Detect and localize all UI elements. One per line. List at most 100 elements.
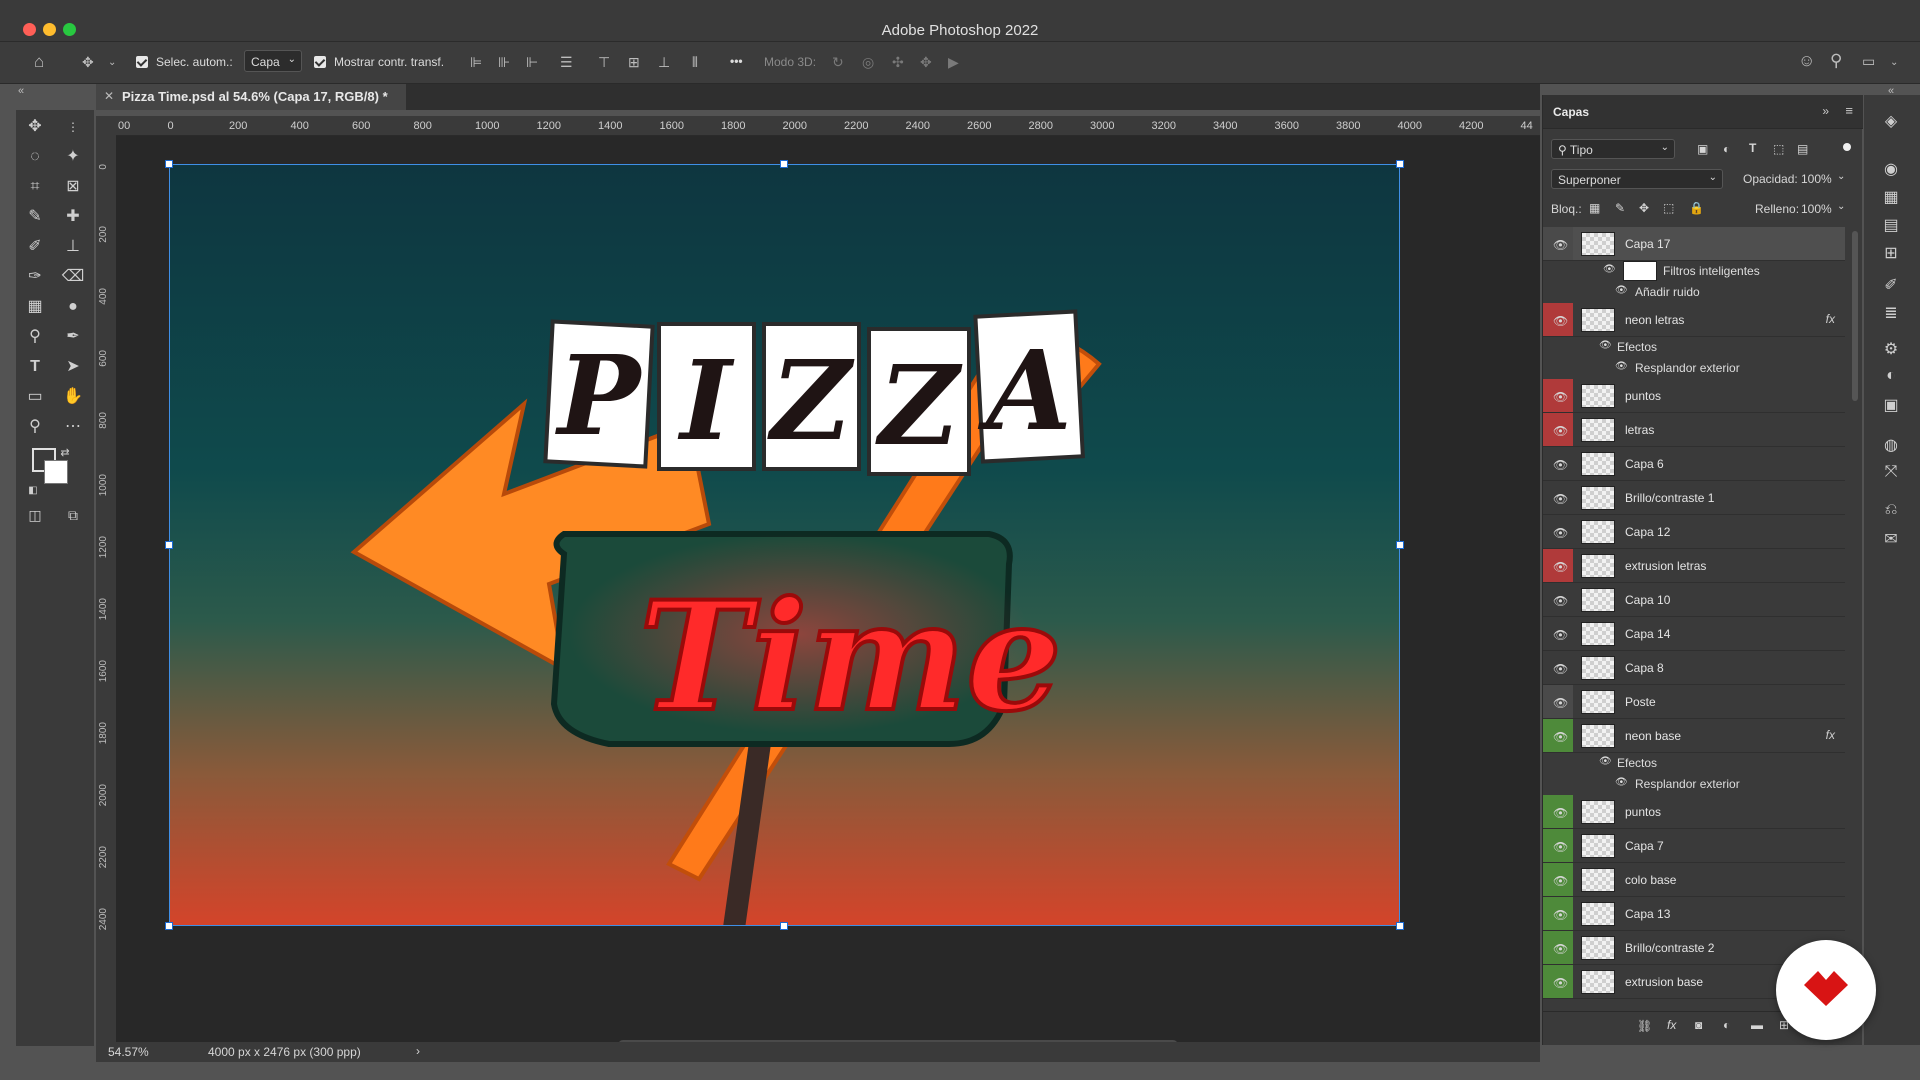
- layers-scrollbar[interactable]: [1852, 231, 1858, 401]
- dodge-tool-icon[interactable]: ⚲: [22, 326, 48, 348]
- layer-row[interactable]: 👁 Capa 12: [1543, 515, 1845, 549]
- eye-icon[interactable]: 👁: [1553, 390, 1568, 404]
- expand-panel-icon[interactable]: »: [1822, 104, 1829, 118]
- lock-position-icon[interactable]: ✥: [1639, 201, 1649, 215]
- transform-handle-tl[interactable]: [165, 160, 173, 168]
- more-tools-icon[interactable]: ⋯: [60, 416, 86, 438]
- layers-icon[interactable]: ◈: [1880, 111, 1902, 131]
- layer-row[interactable]: 👁 Poste: [1543, 685, 1845, 719]
- canvas-area[interactable]: Time P I Z Z A: [116, 136, 1540, 1050]
- layer-name[interactable]: letras: [1625, 423, 1654, 437]
- quick-mask-icon[interactable]: ◫: [22, 504, 48, 526]
- eye-icon[interactable]: 👁: [1553, 492, 1568, 506]
- show-transform-checkbox[interactable]: [314, 56, 326, 68]
- align-top-icon[interactable]: ⊤: [598, 55, 610, 69]
- crop-tool-icon[interactable]: ⌗: [22, 176, 48, 198]
- lasso-tool-icon[interactable]: ◌: [22, 146, 48, 168]
- panel-menu-icon[interactable]: ≡: [1845, 103, 1853, 118]
- layer-row[interactable]: 👁 Capa 10: [1543, 583, 1845, 617]
- workspace-icon[interactable]: ▭: [1862, 54, 1875, 68]
- filter-smart-object-icon[interactable]: ▤: [1797, 142, 1808, 156]
- eye-icon[interactable]: 👁: [1553, 424, 1568, 438]
- layer-name[interactable]: Capa 6: [1625, 457, 1664, 471]
- 3d-roll-icon[interactable]: ◎: [862, 55, 874, 69]
- layers-panel-tab[interactable]: Capas » ≡: [1543, 95, 1863, 129]
- gradients-icon[interactable]: ▤: [1880, 215, 1902, 235]
- eye-icon[interactable]: 👁: [1553, 696, 1568, 710]
- filter-shape-icon[interactable]: ⬚: [1773, 142, 1784, 156]
- healing-brush-icon[interactable]: ✚: [60, 206, 86, 228]
- transform-handle-br[interactable]: [1396, 922, 1404, 930]
- hand-tool-icon[interactable]: ✋: [60, 386, 86, 408]
- layer-row[interactable]: 👁 Capa 14: [1543, 617, 1845, 651]
- eye-icon[interactable]: 👁: [1553, 314, 1568, 328]
- document-tab[interactable]: ✕ Pizza Time.psd al 54.6% (Capa 17, RGB/…: [96, 84, 406, 110]
- fx-icon[interactable]: fx: [1826, 312, 1835, 326]
- move-tool-icon[interactable]: ✥: [82, 55, 94, 69]
- blend-mode-dropdown[interactable]: Superponer ⌄: [1551, 169, 1723, 189]
- layer-row[interactable]: 👁 Capa 6: [1543, 447, 1845, 481]
- layer-row[interactable]: 👁 extrusion letras: [1543, 549, 1845, 583]
- eye-icon[interactable]: 👁: [1553, 560, 1568, 574]
- eraser-icon[interactable]: ⌫: [60, 266, 86, 288]
- filter-type-icon[interactable]: T: [1749, 141, 1756, 155]
- transform-handle-tr[interactable]: [1396, 160, 1404, 168]
- layer-name[interactable]: Poste: [1625, 695, 1656, 709]
- layer-name[interactable]: Capa 10: [1625, 593, 1670, 607]
- collapse-left-icon[interactable]: «: [18, 84, 24, 98]
- status-menu-arrow[interactable]: ›: [416, 1044, 420, 1058]
- auto-select-dropdown[interactable]: Capa ⌄: [244, 50, 302, 72]
- eye-icon[interactable]: 👁: [1553, 806, 1568, 820]
- layer-name[interactable]: Brillo/contraste 2: [1625, 941, 1714, 955]
- adjustments-icon[interactable]: ◐: [1880, 367, 1902, 387]
- zoom-tool-icon[interactable]: ⚲: [22, 416, 48, 438]
- layer-row[interactable]: 👁 letras: [1543, 413, 1845, 447]
- libraries-icon[interactable]: ▣: [1880, 395, 1902, 415]
- eye-icon[interactable]: 👁: [1615, 285, 1628, 296]
- close-icon[interactable]: ✕: [104, 89, 114, 103]
- eye-icon[interactable]: 👁: [1553, 238, 1568, 252]
- comments-icon[interactable]: ✉: [1880, 529, 1902, 549]
- layer-name[interactable]: extrusion letras: [1625, 559, 1706, 573]
- distribute-vertical-icon[interactable]: ⫴: [692, 55, 698, 69]
- layer-effect-row[interactable]: 👁 Añadir ruido: [1543, 282, 1845, 303]
- layer-name[interactable]: Capa 17: [1625, 237, 1670, 251]
- transform-handle-mr[interactable]: [1396, 541, 1404, 549]
- layer-row[interactable]: 👁 puntos: [1543, 379, 1845, 413]
- more-options-button[interactable]: •••: [730, 54, 743, 68]
- transform-handle-bc[interactable]: [780, 922, 788, 930]
- lock-pixels-icon[interactable]: ✎: [1615, 201, 1625, 215]
- eye-icon[interactable]: 👁: [1553, 628, 1568, 642]
- brush-settings-icon[interactable]: ≣: [1880, 303, 1902, 323]
- 3d-slide-icon[interactable]: ✥: [920, 55, 932, 69]
- properties-icon[interactable]: ⚙: [1880, 339, 1902, 359]
- layer-name[interactable]: colo base: [1625, 873, 1676, 887]
- eye-icon[interactable]: 👁: [1553, 976, 1568, 990]
- channels-icon[interactable]: ◍: [1880, 435, 1902, 455]
- fx-icon[interactable]: fx: [1667, 1018, 1676, 1032]
- eye-icon[interactable]: 👁: [1553, 942, 1568, 956]
- eye-icon[interactable]: 👁: [1599, 340, 1612, 351]
- layer-effect-row[interactable]: 👁 Efectos: [1543, 753, 1845, 774]
- layer-effect-row[interactable]: 👁 Resplandor exterior: [1543, 358, 1845, 379]
- align-middle-icon[interactable]: ⊞: [628, 55, 640, 69]
- magic-wand-icon[interactable]: ✦: [60, 146, 86, 168]
- layer-row[interactable]: 👁 Brillo/contraste 1: [1543, 481, 1845, 515]
- 3d-orbit-icon[interactable]: ↻: [832, 55, 844, 69]
- gradient-tool-icon[interactable]: ▦: [22, 296, 48, 318]
- paths-icon[interactable]: ⤧: [1880, 463, 1902, 483]
- color-icon[interactable]: ◉: [1880, 159, 1902, 179]
- layer-effect-row[interactable]: 👁 Efectos: [1543, 337, 1845, 358]
- folder-icon[interactable]: ▬: [1751, 1018, 1763, 1032]
- transform-handle-bl[interactable]: [165, 922, 173, 930]
- layer-effect-row[interactable]: 👁 Resplandor exterior: [1543, 774, 1845, 795]
- stamp-tool-icon[interactable]: ⊥: [60, 236, 86, 258]
- brush-tool-icon[interactable]: ✐: [22, 236, 48, 258]
- layer-row[interactable]: 👁 neon letras fx: [1543, 303, 1845, 337]
- frame-tool-icon[interactable]: ⊠: [60, 176, 86, 198]
- layer-name[interactable]: Capa 14: [1625, 627, 1670, 641]
- filter-pixel-icon[interactable]: ▣: [1697, 142, 1708, 156]
- layer-row[interactable]: 👁 Capa 7: [1543, 829, 1845, 863]
- adjustment-icon[interactable]: ◐: [1723, 1018, 1730, 1032]
- layer-name[interactable]: puntos: [1625, 389, 1661, 403]
